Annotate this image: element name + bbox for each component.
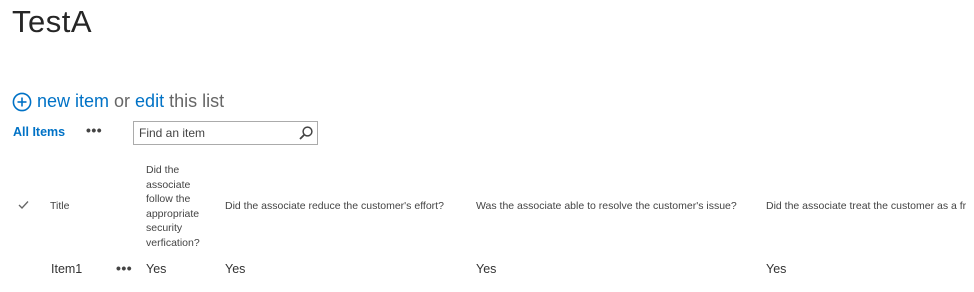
magnifier-icon[interactable] bbox=[298, 125, 314, 141]
this-list-text: this list bbox=[169, 91, 225, 111]
new-item-link[interactable]: new item bbox=[37, 89, 109, 113]
column-header-treat-customer[interactable]: Did the associate treat the customer as … bbox=[766, 199, 966, 214]
row-treat-customer-value: Yes bbox=[766, 262, 787, 276]
list-view: Title Did the associate follow the appro… bbox=[0, 160, 974, 292]
search-box bbox=[133, 121, 318, 145]
row-security-verification-value: Yes bbox=[146, 262, 167, 276]
view-more-button[interactable]: ••• bbox=[86, 122, 102, 138]
column-header-resolve-issue[interactable]: Was the associate able to resolve the cu… bbox=[476, 199, 737, 214]
row-resolve-issue-value: Yes bbox=[476, 262, 497, 276]
column-header-reduce-effort[interactable]: Did the associate reduce the customer's … bbox=[225, 199, 444, 214]
list-page: TestA new item or edit this list All Ite… bbox=[0, 0, 974, 292]
edit-list-link[interactable]: edit bbox=[135, 89, 164, 113]
view-all-items[interactable]: All Items bbox=[13, 125, 65, 139]
row-title[interactable]: Item1 bbox=[51, 262, 82, 276]
row-menu-button[interactable]: ••• bbox=[116, 260, 132, 276]
column-header-title[interactable]: Title bbox=[50, 199, 69, 214]
search-input[interactable] bbox=[134, 122, 299, 144]
or-text: or bbox=[114, 91, 131, 111]
page-title: TestA bbox=[12, 4, 93, 39]
circle-plus-icon[interactable] bbox=[12, 92, 32, 112]
view-toolbar: All Items ••• bbox=[13, 121, 333, 145]
hero-command: new item or edit this list bbox=[12, 89, 224, 113]
column-header-security-verification[interactable]: Did the associate follow the appropriate… bbox=[146, 163, 216, 251]
select-all-checkmark-icon[interactable] bbox=[18, 200, 29, 210]
row-reduce-effort-value: Yes bbox=[225, 262, 246, 276]
table-row[interactable]: Item1 ••• Yes Yes Yes Yes bbox=[0, 260, 974, 280]
